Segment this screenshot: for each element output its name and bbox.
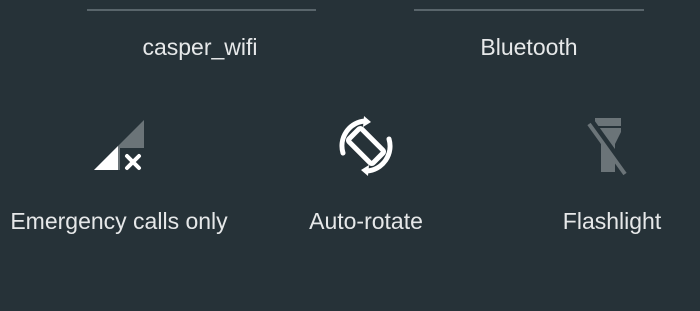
wifi-tile-label[interactable]: casper_wifi (142, 36, 257, 59)
signal-no-service-icon (94, 120, 146, 172)
flashlight-label: Flashlight (562, 208, 662, 234)
bluetooth-tile-label[interactable]: Bluetooth (480, 36, 577, 59)
auto-rotate-label: Auto-rotate (309, 208, 423, 234)
quick-settings-panel: casper_wifi Bluetooth Emergency calls on… (0, 0, 700, 311)
flashlight-off-icon (587, 118, 630, 176)
emergency-calls-label: Emergency calls only (10, 208, 228, 234)
auto-rotate-icon (339, 116, 393, 176)
bluetooth-tile-divider (414, 9, 644, 11)
wifi-tile-divider (87, 9, 316, 11)
